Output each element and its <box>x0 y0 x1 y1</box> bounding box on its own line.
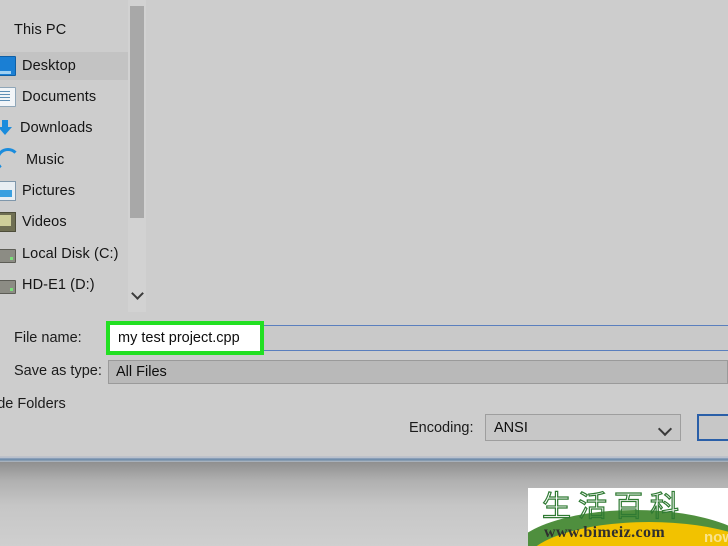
sidebar-item-downloads[interactable]: Downloads <box>0 114 128 142</box>
encoding-value: ANSI <box>494 420 528 436</box>
sidebar-item-this-pc[interactable]: This PC <box>0 16 128 44</box>
drive-icon <box>0 249 16 263</box>
sidebar-item-music[interactable]: Music <box>0 146 128 174</box>
sidebar-item-hd-e1-d[interactable]: HD-E1 (D:) <box>0 271 128 299</box>
desktop-icon <box>0 56 16 76</box>
sidebar-item-label: This PC <box>14 22 67 38</box>
sidebar-item-documents[interactable]: Documents <box>0 83 128 111</box>
sidebar-item-label: Local Disk (C:) <box>22 246 119 262</box>
watermark-url: www.bimeiz.com <box>544 524 666 541</box>
save-as-type-label: Save as type: <box>14 363 102 379</box>
downloads-icon <box>0 119 14 137</box>
file-list-area[interactable] <box>146 0 728 312</box>
videos-icon <box>0 212 16 232</box>
sidebar-item-label: Documents <box>22 89 97 105</box>
sidebar-item-label: HD-E1 (D:) <box>22 277 95 293</box>
drive-icon <box>0 280 16 294</box>
sidebar-item-label: Videos <box>22 214 67 230</box>
sidebar-item-label: Downloads <box>20 120 93 136</box>
sidebar-item-pictures[interactable]: Pictures <box>0 177 128 205</box>
sidebar-item-local-disk-c[interactable]: Local Disk (C:) <box>0 240 128 268</box>
sidebar-item-label: Pictures <box>22 183 76 199</box>
watermark-chinese-text: 生活百科 <box>541 489 687 523</box>
hide-folders-button[interactable]: ide Folders <box>0 396 66 412</box>
pictures-icon <box>0 181 16 201</box>
chevron-down-icon <box>130 287 144 300</box>
chevron-down-icon <box>657 421 673 437</box>
sidebar-item-label: Desktop <box>22 58 76 74</box>
documents-icon <box>0 87 16 107</box>
watermark: 生活百科 www.bimeiz.com now <box>528 488 728 546</box>
watermark-ghost-text: now <box>704 529 728 546</box>
save-as-type-value: All Files <box>116 364 167 380</box>
places-sidebar[interactable]: This PC Desktop Documents Downloads Musi… <box>0 0 128 312</box>
save-button[interactable] <box>697 414 728 441</box>
music-icon <box>0 148 20 172</box>
sidebar-item-videos[interactable]: Videos <box>0 208 128 236</box>
sidebar-scrollbar[interactable] <box>128 0 146 312</box>
file-name-value: my test project.cpp <box>118 330 240 346</box>
sidebar-item-label: Music <box>26 152 65 168</box>
file-name-label: File name: <box>14 330 82 346</box>
scrollbar-thumb[interactable] <box>130 6 144 218</box>
save-as-type-select[interactable] <box>108 360 728 384</box>
scrollbar-down-button[interactable] <box>128 286 146 304</box>
sidebar-item-desktop[interactable]: Desktop <box>0 52 128 80</box>
encoding-label: Encoding: <box>409 420 474 436</box>
